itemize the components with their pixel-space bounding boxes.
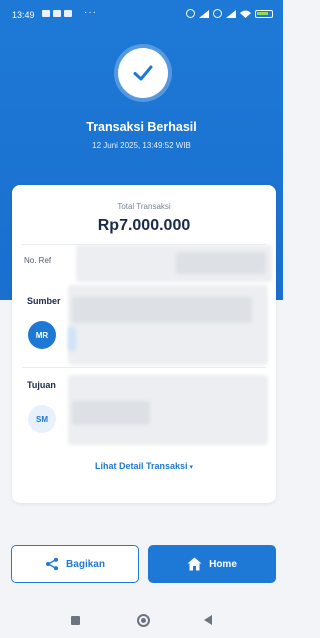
source-avatar: MR	[28, 321, 56, 349]
divider	[22, 367, 266, 368]
redacted-source-account	[68, 327, 76, 351]
system-icons	[186, 9, 273, 18]
total-label: Total Transaksi	[117, 202, 171, 211]
redacted-source-account	[72, 297, 252, 323]
view-details-link[interactable]: Lihat Detail Transaksi ▾	[12, 461, 276, 471]
redacted-destination-account	[72, 401, 150, 425]
notification-icon	[64, 10, 72, 17]
wifi-icon	[240, 10, 251, 18]
redacted-ref-number	[176, 252, 266, 274]
chevron-down-icon: ▾	[189, 464, 194, 471]
transaction-datetime: 12 Juni 2025, 13:49:52 WIB	[92, 141, 191, 150]
alarm-icon	[186, 9, 195, 18]
home-icon	[187, 557, 202, 571]
back-icon[interactable]	[204, 615, 212, 625]
share-button[interactable]: Bagikan	[11, 545, 139, 583]
status-time: 13:49	[12, 10, 35, 20]
destination-label: Tujuan	[27, 380, 56, 390]
transaction-card: Total Transaksi Rp7.000.000 No. Ref Sumb…	[12, 185, 276, 503]
source-label: Sumber	[27, 296, 61, 306]
signal-icon	[199, 9, 209, 18]
battery-icon	[255, 9, 273, 18]
home-nav-icon[interactable]	[137, 614, 150, 627]
status-bar: 13:49 ···	[0, 0, 283, 28]
view-details-label: Lihat Detail Transaksi	[94, 461, 188, 471]
home-button[interactable]: Home	[148, 545, 276, 583]
notification-icon	[42, 10, 50, 17]
success-check-icon	[118, 48, 168, 98]
signal-icon	[226, 9, 236, 18]
page-title: Transaksi Berhasil	[86, 120, 197, 134]
share-icon	[46, 557, 59, 571]
ref-label: No. Ref	[24, 256, 52, 265]
destination-avatar: SM	[28, 405, 56, 433]
total-amount: Rp7.000.000	[97, 217, 191, 234]
recent-apps-icon[interactable]	[71, 616, 80, 625]
notification-icons	[42, 10, 72, 17]
share-label: Bagikan	[66, 558, 105, 570]
system-navigation-bar	[0, 604, 283, 638]
more-notifications-icon: ···	[84, 7, 97, 18]
home-label: Home	[209, 558, 237, 570]
notification-icon	[53, 10, 61, 17]
sync-icon	[213, 9, 222, 18]
